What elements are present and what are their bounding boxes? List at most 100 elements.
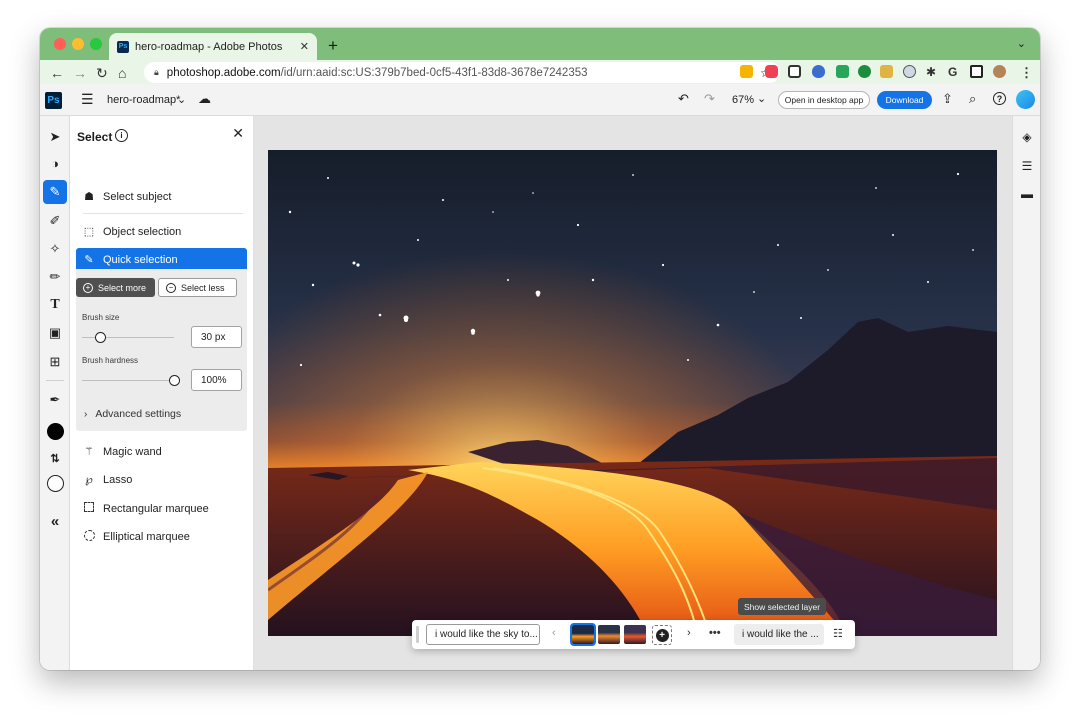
foreground-color-swatch[interactable] — [43, 419, 67, 443]
select-subject-button[interactable]: ☗ Select subject — [76, 185, 247, 208]
rectangular-marquee-item[interactable]: Rectangular marquee — [76, 497, 247, 520]
zoom-chevron-icon[interactable]: ⌄ — [757, 92, 766, 105]
comments-icon[interactable]: ▬ — [1020, 187, 1034, 201]
pocket-icon[interactable] — [765, 65, 778, 78]
generative-fill-icon[interactable]: ✧ — [43, 237, 67, 261]
settings-sliders-icon[interactable]: ☷ — [833, 627, 843, 640]
globe-icon[interactable] — [903, 65, 916, 78]
help-icon[interactable]: ? — [993, 92, 1006, 105]
drag-handle[interactable] — [416, 626, 419, 643]
type-tool-icon[interactable]: T — [43, 293, 67, 317]
profile-avatar[interactable] — [993, 65, 1006, 78]
pip-icon[interactable] — [788, 65, 801, 78]
advanced-settings-label: Advanced settings — [95, 408, 182, 420]
share-icon[interactable]: ⇪ — [942, 91, 953, 107]
place-image-icon[interactable]: ▣ — [43, 321, 67, 345]
adjust-tool-icon[interactable]: ◑ — [43, 151, 67, 175]
select-more-button[interactable]: + Select more — [76, 278, 155, 297]
tooltip: Show selected layer — [738, 598, 827, 615]
add-image-icon[interactable]: ⊞ — [43, 350, 67, 374]
browser-menu-icon[interactable]: ⋮ — [1020, 65, 1033, 81]
side-panel-icon[interactable] — [970, 65, 983, 78]
close-window-button[interactable] — [54, 38, 66, 50]
lasso-icon: ℘ — [85, 474, 93, 486]
swap-colors-icon[interactable]: ⇅ — [43, 446, 67, 470]
extensions-puzzle-icon[interactable]: ✱ — [926, 65, 936, 79]
brush-hardness-input[interactable]: 100% — [191, 369, 242, 391]
zoom-level[interactable]: 67% — [732, 94, 754, 106]
healing-brush-icon[interactable]: ✐ — [43, 209, 67, 233]
address-bar[interactable]: 🔒︎ photoshop.adobe.com/id/urn:aaid:sc:US… — [144, 62, 780, 83]
minimize-window-button[interactable] — [72, 38, 84, 50]
new-tab-button[interactable]: + — [328, 36, 338, 56]
tooltip-text: Show selected layer — [744, 601, 821, 612]
user-avatar[interactable] — [1016, 90, 1035, 109]
adjustments-icon[interactable]: ☰ — [1020, 159, 1034, 173]
brush-tool-icon[interactable]: ✏ — [43, 265, 67, 289]
hamburger-menu-icon[interactable]: ☰ — [81, 91, 94, 108]
forward-arrow-icon[interactable]: → — [73, 65, 87, 81]
variation-thumbnail-3[interactable] — [624, 625, 646, 644]
layers-icon[interactable]: ◈ — [1020, 130, 1034, 144]
google-icon[interactable]: G — [948, 65, 957, 79]
close-panel-icon[interactable]: ✕ — [232, 125, 244, 142]
tab-search-chevron-icon[interactable]: ⌄ — [1017, 37, 1026, 50]
back-arrow-icon[interactable]: ← — [50, 65, 64, 81]
tab-close-icon[interactable]: ✕ — [300, 40, 309, 53]
info-icon[interactable]: i — [115, 129, 128, 142]
move-tool-icon[interactable]: ➤ — [43, 125, 67, 149]
quick-select-tool-icon[interactable]: ✎ — [43, 180, 67, 204]
person-select-icon: ☗ — [84, 191, 94, 203]
url-host: photoshop.adobe.com — [166, 66, 281, 79]
lasso-label: Lasso — [103, 473, 133, 486]
background-color-swatch[interactable] — [43, 471, 67, 495]
film-icon[interactable] — [880, 65, 893, 78]
brush-size-input[interactable]: 30 px — [191, 326, 242, 348]
lasso-item[interactable]: ℘ Lasso — [76, 468, 247, 491]
redo-icon[interactable]: ↷ — [704, 91, 715, 107]
brush-hardness-knob[interactable] — [168, 375, 180, 386]
magic-wand-item[interactable]: ⚚ Magic wand — [76, 440, 247, 463]
reload-icon[interactable]: ↻ — [96, 65, 108, 82]
select-less-button[interactable]: − Select less — [158, 278, 237, 297]
advanced-settings-toggle[interactable]: › Advanced settings — [84, 408, 181, 420]
check-green-icon[interactable] — [858, 65, 871, 78]
variation-thumbnail-2[interactable] — [598, 625, 620, 644]
generate-more-icon[interactable]: + — [652, 625, 672, 645]
canvas-image[interactable] — [268, 150, 997, 636]
next-variation-icon[interactable]: › — [687, 627, 691, 639]
open-desktop-button[interactable]: Open in desktop app — [778, 91, 870, 109]
collapse-toolbar-icon[interactable]: « — [43, 509, 67, 533]
brush-hardness-label: Brush hardness — [82, 356, 139, 365]
browser-titlebar: Ps hero-roadmap - Adobe Photos ✕ + ⌄ — [40, 28, 1040, 60]
chevron-down-icon[interactable]: ⌄ — [177, 93, 186, 106]
photoshop-logo: Ps — [45, 92, 62, 109]
prev-variation-icon[interactable]: ‹ — [552, 627, 556, 639]
home-icon[interactable]: ⌂ — [118, 65, 126, 81]
eyedropper-icon[interactable]: ✒ — [43, 388, 67, 412]
browser-tab[interactable]: Ps hero-roadmap - Adobe Photos ✕ — [109, 33, 317, 60]
brush-size-knob[interactable] — [94, 332, 106, 343]
brush-hardness-track[interactable] — [82, 380, 174, 381]
object-selection-item[interactable]: ⬚ Object selection — [76, 220, 247, 243]
variation-thumbnail-1[interactable] — [570, 623, 596, 646]
undo-icon[interactable]: ↶ — [678, 91, 689, 107]
puzzle-green-icon[interactable] — [836, 65, 849, 78]
prompt-input-left[interactable]: i would like the sky to... — [426, 624, 540, 645]
elliptical-marquee-item[interactable]: Elliptical marquee — [76, 525, 247, 548]
prompt-input-right[interactable]: i would like the ... — [734, 624, 824, 645]
magic-wand-label: Magic wand — [103, 445, 162, 458]
zoom-window-button[interactable] — [90, 38, 102, 50]
open-desktop-label: Open in desktop app — [784, 95, 864, 105]
search-icon[interactable]: ⌕ — [969, 91, 976, 107]
shield-icon[interactable] — [812, 65, 825, 78]
document-name[interactable]: hero-roadmap* — [107, 94, 180, 106]
download-button[interactable]: Download — [877, 91, 932, 109]
magic-wand-icon: ⚚ — [84, 446, 94, 458]
canvas-area[interactable] — [254, 116, 1012, 670]
more-options-icon[interactable]: ••• — [709, 627, 721, 639]
rect-marquee-icon — [83, 502, 95, 515]
quick-selection-item[interactable]: ✎ Quick selection — [76, 248, 247, 271]
extension-icon[interactable] — [740, 65, 753, 78]
object-select-icon: ⬚ — [83, 226, 95, 238]
